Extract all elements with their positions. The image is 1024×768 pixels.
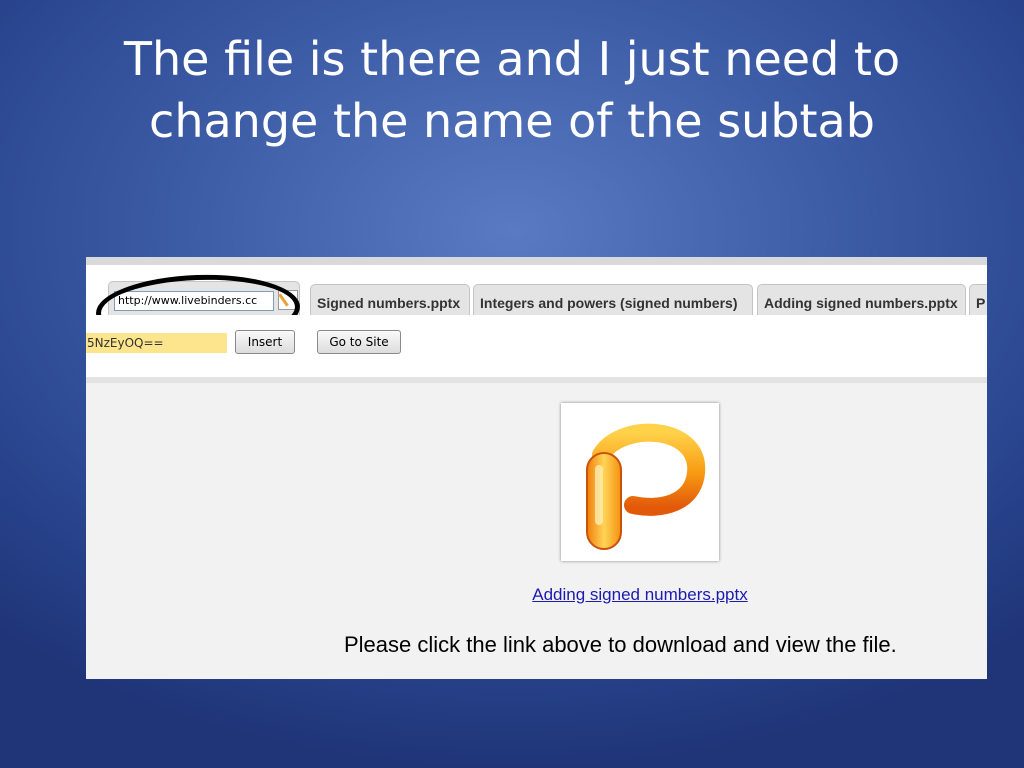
toolbar: 5NzEyOQ== Insert Go to Site: [86, 315, 987, 383]
powerpoint-icon: [586, 423, 706, 550]
instruction-text: Please click the link above to download …: [344, 632, 897, 657]
go-to-site-button[interactable]: Go to Site: [317, 330, 401, 354]
browser-screenshot: http://www.livebinders.cc Signed numbers…: [86, 257, 987, 679]
pencil-icon: [278, 293, 289, 307]
slide-title: The file is there and I just need to cha…: [0, 28, 1024, 152]
url-tab[interactable]: http://www.livebinders.cc: [108, 281, 300, 316]
file-download-link[interactable]: Adding signed numbers.pptx: [86, 585, 987, 605]
code-field[interactable]: 5NzEyOQ==: [86, 333, 227, 353]
edit-tab-button[interactable]: [278, 290, 298, 310]
file-thumbnail[interactable]: [561, 403, 719, 561]
slide-title-line-2: change the name of the subtab: [149, 94, 875, 148]
insert-button[interactable]: Insert: [235, 330, 295, 354]
tab-bar: http://www.livebinders.cc Signed numbers…: [86, 257, 987, 349]
slide-title-line-1: The file is there and I just need to: [123, 32, 901, 86]
url-input[interactable]: http://www.livebinders.cc: [114, 291, 274, 311]
